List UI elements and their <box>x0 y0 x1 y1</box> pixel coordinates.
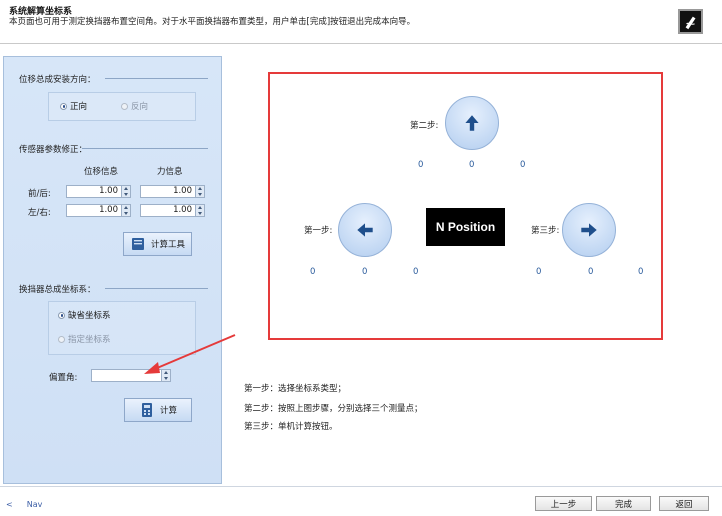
book-icon <box>131 238 144 250</box>
force-column-header: 力信息 <box>157 167 183 177</box>
instruction-step3: 第三步：单机计算按钮。 <box>244 422 338 432</box>
finish-button[interactable]: 完成 <box>596 496 651 511</box>
input-value: 1.00 <box>173 186 192 196</box>
calc-tool-button[interactable]: 计算工具 <box>123 232 192 256</box>
left-right-disp-input[interactable]: 1.00 <box>66 204 131 217</box>
disp-column-header: 位移信息 <box>84 167 119 177</box>
calculator-icon <box>141 403 152 417</box>
divider <box>105 288 208 289</box>
spinner-arrows-icon[interactable] <box>195 186 204 197</box>
radio-label: 反向 <box>131 102 149 112</box>
return-button[interactable]: 返回 <box>659 496 709 511</box>
arrow-right-icon <box>581 223 597 237</box>
custom-coord-radio[interactable]: 指定坐标系 <box>58 333 111 345</box>
input-value: 1.00 <box>99 205 118 215</box>
step3-point-button[interactable] <box>562 203 616 257</box>
spinner-arrows-icon[interactable] <box>121 186 130 197</box>
button-label: 计算 <box>159 406 177 416</box>
step3-value-z: 0 <box>638 267 644 277</box>
step2-label: 第二步: <box>410 121 439 131</box>
instruction-step2: 第二步：按照上图步骤，分别选择三个测量点； <box>244 404 423 414</box>
measurement-canvas: 第二步: 0 0 0 第一步: 0 0 0 N Position 第三步: 0 … <box>268 72 663 340</box>
wizard-header: 系统解算坐标系 本页面也可用于测定换挡器布置空间角。对于水平面换挡器布置类型，用… <box>0 0 722 44</box>
radio-dot-icon <box>58 311 65 319</box>
step2-point-button[interactable] <box>445 96 499 150</box>
coord-group-label: 换挡器总成坐标系： <box>19 285 96 295</box>
left-right-label: 左/右: <box>28 208 51 218</box>
calculate-button[interactable]: 计算 <box>124 398 192 422</box>
input-value: 1.00 <box>173 205 192 215</box>
radio-dot-icon <box>58 335 65 343</box>
instruction-step1: 第一步：选择坐标系类型； <box>244 384 347 394</box>
page-description: 本页面也可用于测定换挡器布置空间角。对于水平面换挡器布置类型，用户单击[完成]按… <box>9 17 416 27</box>
nav-link[interactable]: < Nav <box>6 500 42 509</box>
wizard-footer: < Nav 上一步 完成 返回 <box>0 486 722 516</box>
direction-reverse-radio[interactable]: 反向 <box>121 100 148 112</box>
direction-forward-radio[interactable]: 正向 <box>60 100 87 112</box>
front-back-disp-input[interactable]: 1.00 <box>66 185 131 198</box>
radio-label: 正向 <box>70 102 88 112</box>
step3-label: 第三步: <box>531 226 560 236</box>
n-position-label: N Position <box>426 208 505 246</box>
direction-group-label: 位移总成安装方向： <box>19 75 96 85</box>
app-logo-icon <box>678 9 703 34</box>
input-value: 1.00 <box>99 186 118 196</box>
step3-value-y: 0 <box>588 267 594 277</box>
step3-value-x: 0 <box>536 267 542 277</box>
offset-angle-label: 偏置角: <box>49 373 78 383</box>
step2-value-x: 0 <box>418 160 424 170</box>
spinner-arrows-icon[interactable] <box>121 205 130 216</box>
nav-prev-symbol: < <box>6 500 13 509</box>
previous-step-button[interactable]: 上一步 <box>535 496 592 511</box>
arrow-up-icon <box>465 115 479 131</box>
step2-value-y: 0 <box>469 160 475 170</box>
radio-dot-icon <box>121 102 128 110</box>
radio-label: 缺省坐标系 <box>68 311 111 321</box>
default-coord-radio[interactable]: 缺省坐标系 <box>58 309 111 321</box>
step2-value-z: 0 <box>520 160 526 170</box>
settings-sidebar: 位移总成安装方向： 正向 反向 传感器参数修正： 位移信息 力信息 前/后: 1… <box>3 56 222 484</box>
step1-value-y: 0 <box>362 267 368 277</box>
offset-angle-input[interactable] <box>91 369 171 382</box>
divider <box>105 78 208 79</box>
button-label: 计算工具 <box>150 240 185 250</box>
front-back-label: 前/后: <box>28 189 51 199</box>
step1-point-button[interactable] <box>338 203 392 257</box>
left-right-force-input[interactable]: 1.00 <box>140 204 205 217</box>
step1-value-z: 0 <box>413 267 419 277</box>
step1-label: 第一步: <box>304 226 333 236</box>
step1-value-x: 0 <box>310 267 316 277</box>
sensor-group-label: 传感器参数修正： <box>19 145 88 155</box>
spinner-arrows-icon[interactable] <box>195 205 204 216</box>
radio-label: 指定坐标系 <box>68 335 111 345</box>
arrow-left-icon <box>357 223 373 237</box>
divider <box>82 148 208 149</box>
front-back-force-input[interactable]: 1.00 <box>140 185 205 198</box>
nav-label: Nav <box>26 500 43 509</box>
radio-dot-icon <box>60 102 67 110</box>
spinner-arrows-icon[interactable] <box>161 370 170 381</box>
